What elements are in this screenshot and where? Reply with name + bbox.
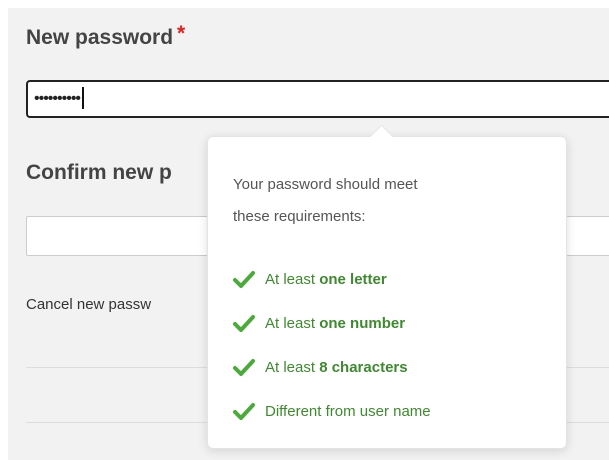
text-caret <box>82 86 85 109</box>
check-icon <box>233 359 255 376</box>
requirement-item: At least 8 characters <box>233 345 431 389</box>
popover-intro-line1: Your password should meet <box>233 176 418 193</box>
requirement-item: At least one letter <box>233 257 431 301</box>
confirm-password-label: Confirm new p <box>26 161 172 184</box>
check-icon <box>233 271 255 288</box>
popover-intro-line2: these requirements: <box>233 208 366 225</box>
required-marker: * <box>177 22 186 45</box>
requirement-text: Different from user name <box>265 403 431 420</box>
cancel-new-password-link[interactable]: Cancel new passw <box>26 296 151 313</box>
requirement-strong: one letter <box>319 270 387 288</box>
requirement-item: At least one number <box>233 301 431 345</box>
new-password-input[interactable]: •••••••••• <box>26 80 609 118</box>
requirement-prefix: At least <box>265 270 320 288</box>
requirements-list: At least one letter At least one number … <box>233 257 431 433</box>
requirement-text: At least 8 characters <box>265 359 408 376</box>
check-icon <box>233 315 255 332</box>
requirement-text: At least one number <box>265 315 405 332</box>
check-icon <box>233 403 255 420</box>
password-requirements-popover: Your password should meet these requirem… <box>207 124 567 449</box>
requirement-item: Different from user name <box>233 389 431 433</box>
requirement-strong: one number <box>319 314 406 332</box>
new-password-label: New password * <box>26 22 185 50</box>
requirement-strong: 8 characters <box>319 358 408 376</box>
requirement-prefix: Different from user name <box>265 402 431 420</box>
popover-intro: Your password should meet these requirem… <box>233 169 533 233</box>
new-password-label-text: New password <box>26 26 174 49</box>
requirement-text: At least one letter <box>265 271 387 288</box>
requirement-prefix: At least <box>265 314 320 332</box>
password-value: •••••••••• <box>34 90 81 107</box>
requirement-prefix: At least <box>265 358 320 376</box>
